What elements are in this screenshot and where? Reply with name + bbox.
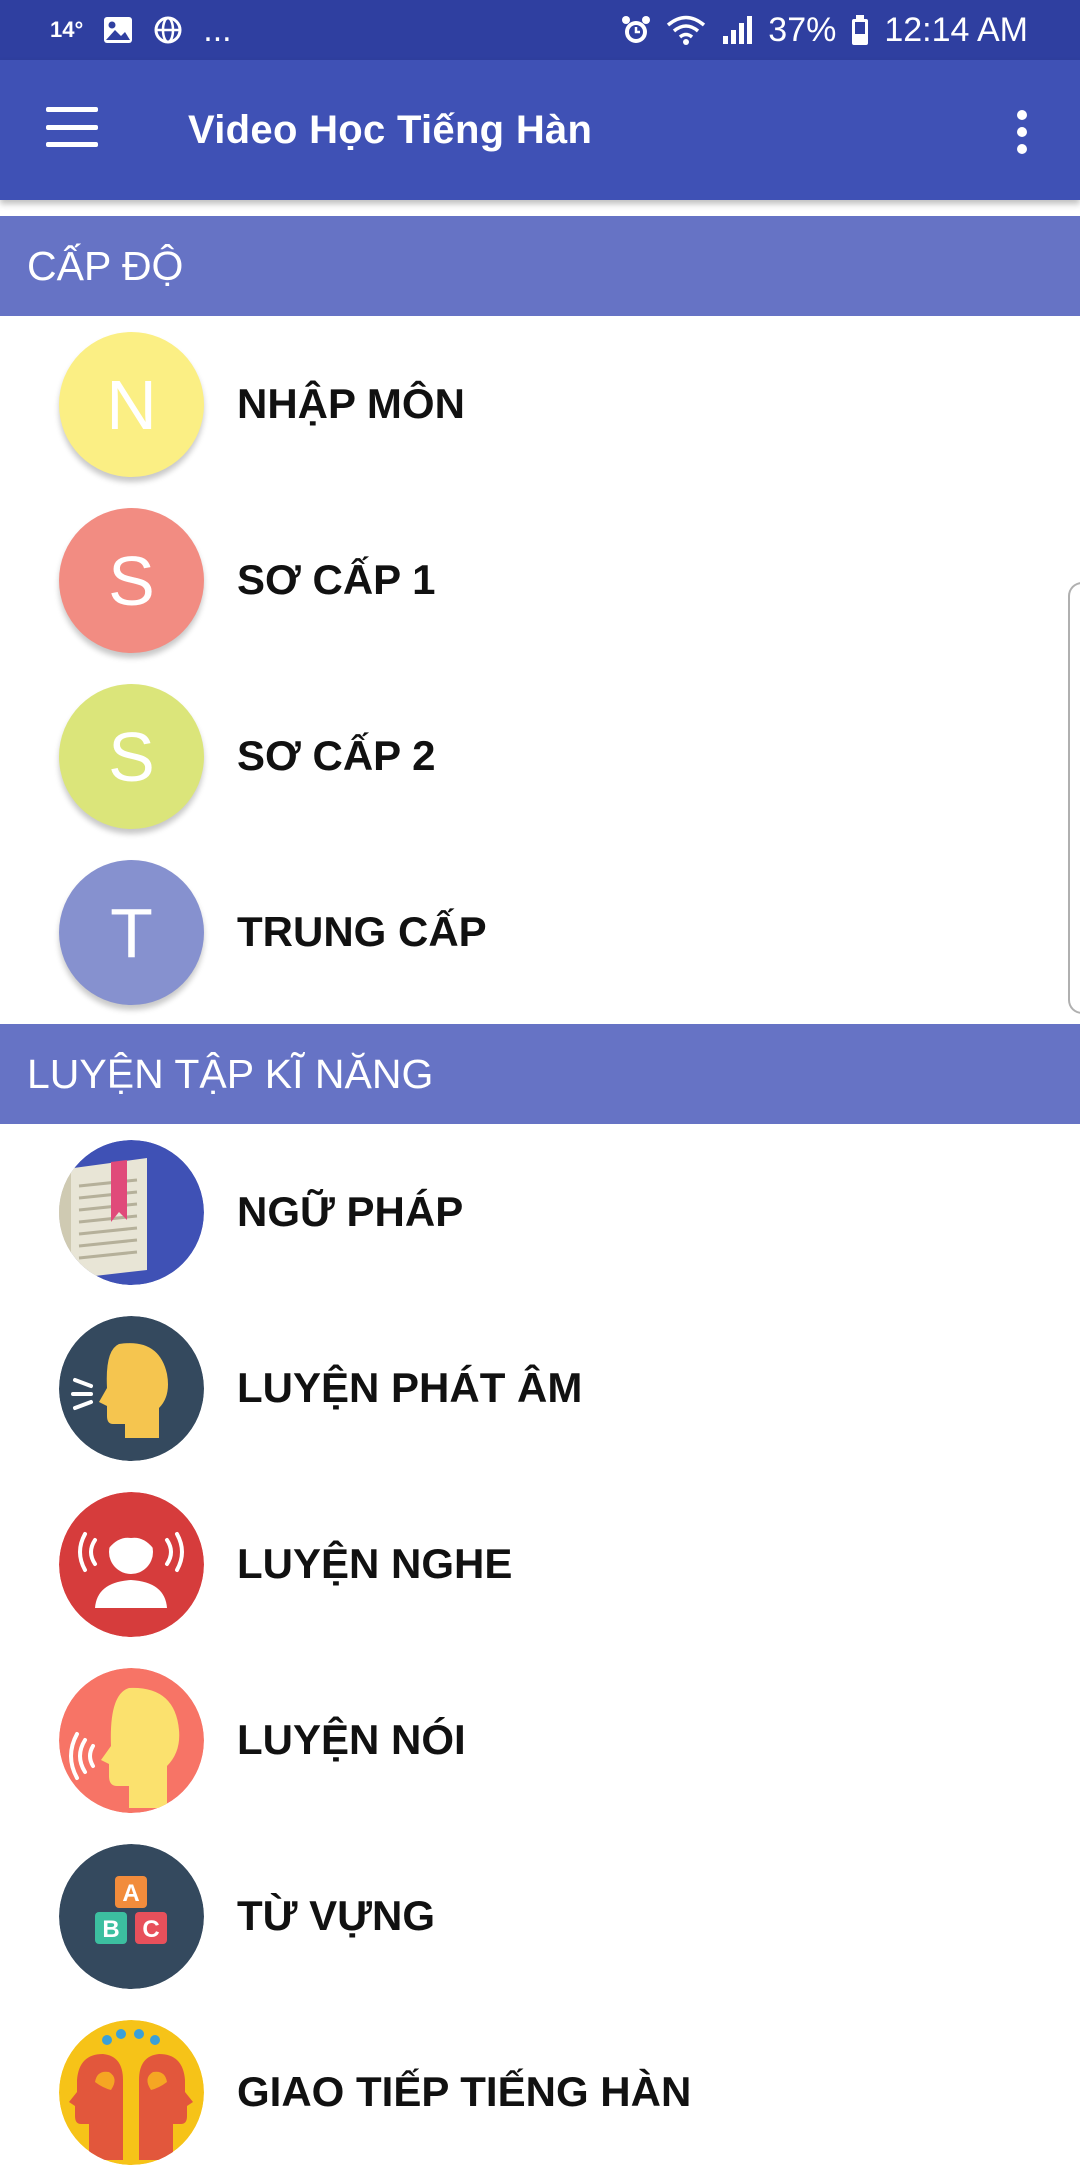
letter-avatar: S <box>59 508 204 653</box>
clock-text: 12:14 AM <box>884 10 1028 49</box>
list-item-ngu-phap[interactable]: NGỮ PHÁP <box>0 1124 1080 1300</box>
list-item-label: LUYỆN NGHE <box>237 1540 513 1587</box>
section-header-level: CẤP ĐỘ <box>0 216 1080 316</box>
more-notifications-text: ... <box>203 10 232 49</box>
letter-avatar: N <box>59 332 204 477</box>
list-item-so-cap-2[interactable]: S SƠ CẤP 2 <box>0 668 1080 844</box>
list-item-luyen-noi[interactable]: LUYỆN NÓI <box>0 1652 1080 1828</box>
battery-percent-text: 37% <box>768 10 837 49</box>
svg-text:C: C <box>142 1916 159 1943</box>
wifi-icon <box>666 14 706 46</box>
letter-avatar: T <box>59 860 204 1005</box>
list-item-tu-vung[interactable]: A B C TỪ VỰNG <box>0 1828 1080 2004</box>
vocabulary-abc-icon: A B C <box>59 1844 204 1989</box>
grammar-book-icon <box>59 1140 204 1285</box>
list-item-label: LUYỆN NÓI <box>237 1716 466 1763</box>
gallery-icon <box>103 16 133 44</box>
list-item-label: TRUNG CẤP <box>237 908 487 955</box>
temperature-text: 14° <box>50 17 84 42</box>
list-item-nhap-mon[interactable]: N NHẬP MÔN <box>0 316 1080 492</box>
list-item-label: NGỮ PHÁP <box>237 1188 464 1235</box>
app-bar: Video Học Tiếng Hàn <box>0 60 1080 200</box>
svg-text:A: A <box>122 1880 139 1907</box>
status-bar: 14° ... 37% 12:14 AM <box>0 0 1080 60</box>
list-item-trung-cap[interactable]: T TRUNG CẤP <box>0 844 1080 1020</box>
list-item-label: TỪ VỰNG <box>237 1892 436 1939</box>
overflow-menu-icon[interactable] <box>1010 110 1034 154</box>
communication-icon <box>59 2020 204 2165</box>
list-item-label: LUYỆN PHÁT ÂM <box>237 1364 583 1411</box>
svg-text:B: B <box>102 1916 119 1943</box>
list-item-luyen-nghe[interactable]: LUYỆN NGHE <box>0 1476 1080 1652</box>
signal-icon <box>720 14 754 46</box>
pronunciation-icon <box>59 1316 204 1461</box>
list-item-label: NHẬP MÔN <box>237 380 465 427</box>
speaking-icon <box>59 1668 204 1813</box>
section-header-skills: LUYỆN TẬP KĨ NĂNG <box>0 1024 1080 1124</box>
hamburger-menu-icon[interactable] <box>46 107 98 147</box>
listening-icon <box>59 1492 204 1637</box>
globe-icon <box>153 15 183 45</box>
letter-avatar: S <box>59 684 204 829</box>
list-item-label: SƠ CẤP 1 <box>237 556 436 603</box>
fast-scroll-handle[interactable] <box>1068 582 1080 1014</box>
battery-icon <box>850 14 870 46</box>
list-item-giao-tiep[interactable]: GIAO TIẾP TIẾNG HÀN <box>0 2004 1080 2180</box>
list-item-label: GIAO TIẾP TIẾNG HÀN <box>237 2068 692 2115</box>
list-item-so-cap-1[interactable]: S SƠ CẤP 1 <box>0 492 1080 668</box>
list-item-luyen-phat-am[interactable]: LUYỆN PHÁT ÂM <box>0 1300 1080 1476</box>
app-title: Video Học Tiếng Hàn <box>188 108 593 152</box>
alarm-icon <box>620 14 652 46</box>
list-item-label: SƠ CẤP 2 <box>237 732 436 779</box>
